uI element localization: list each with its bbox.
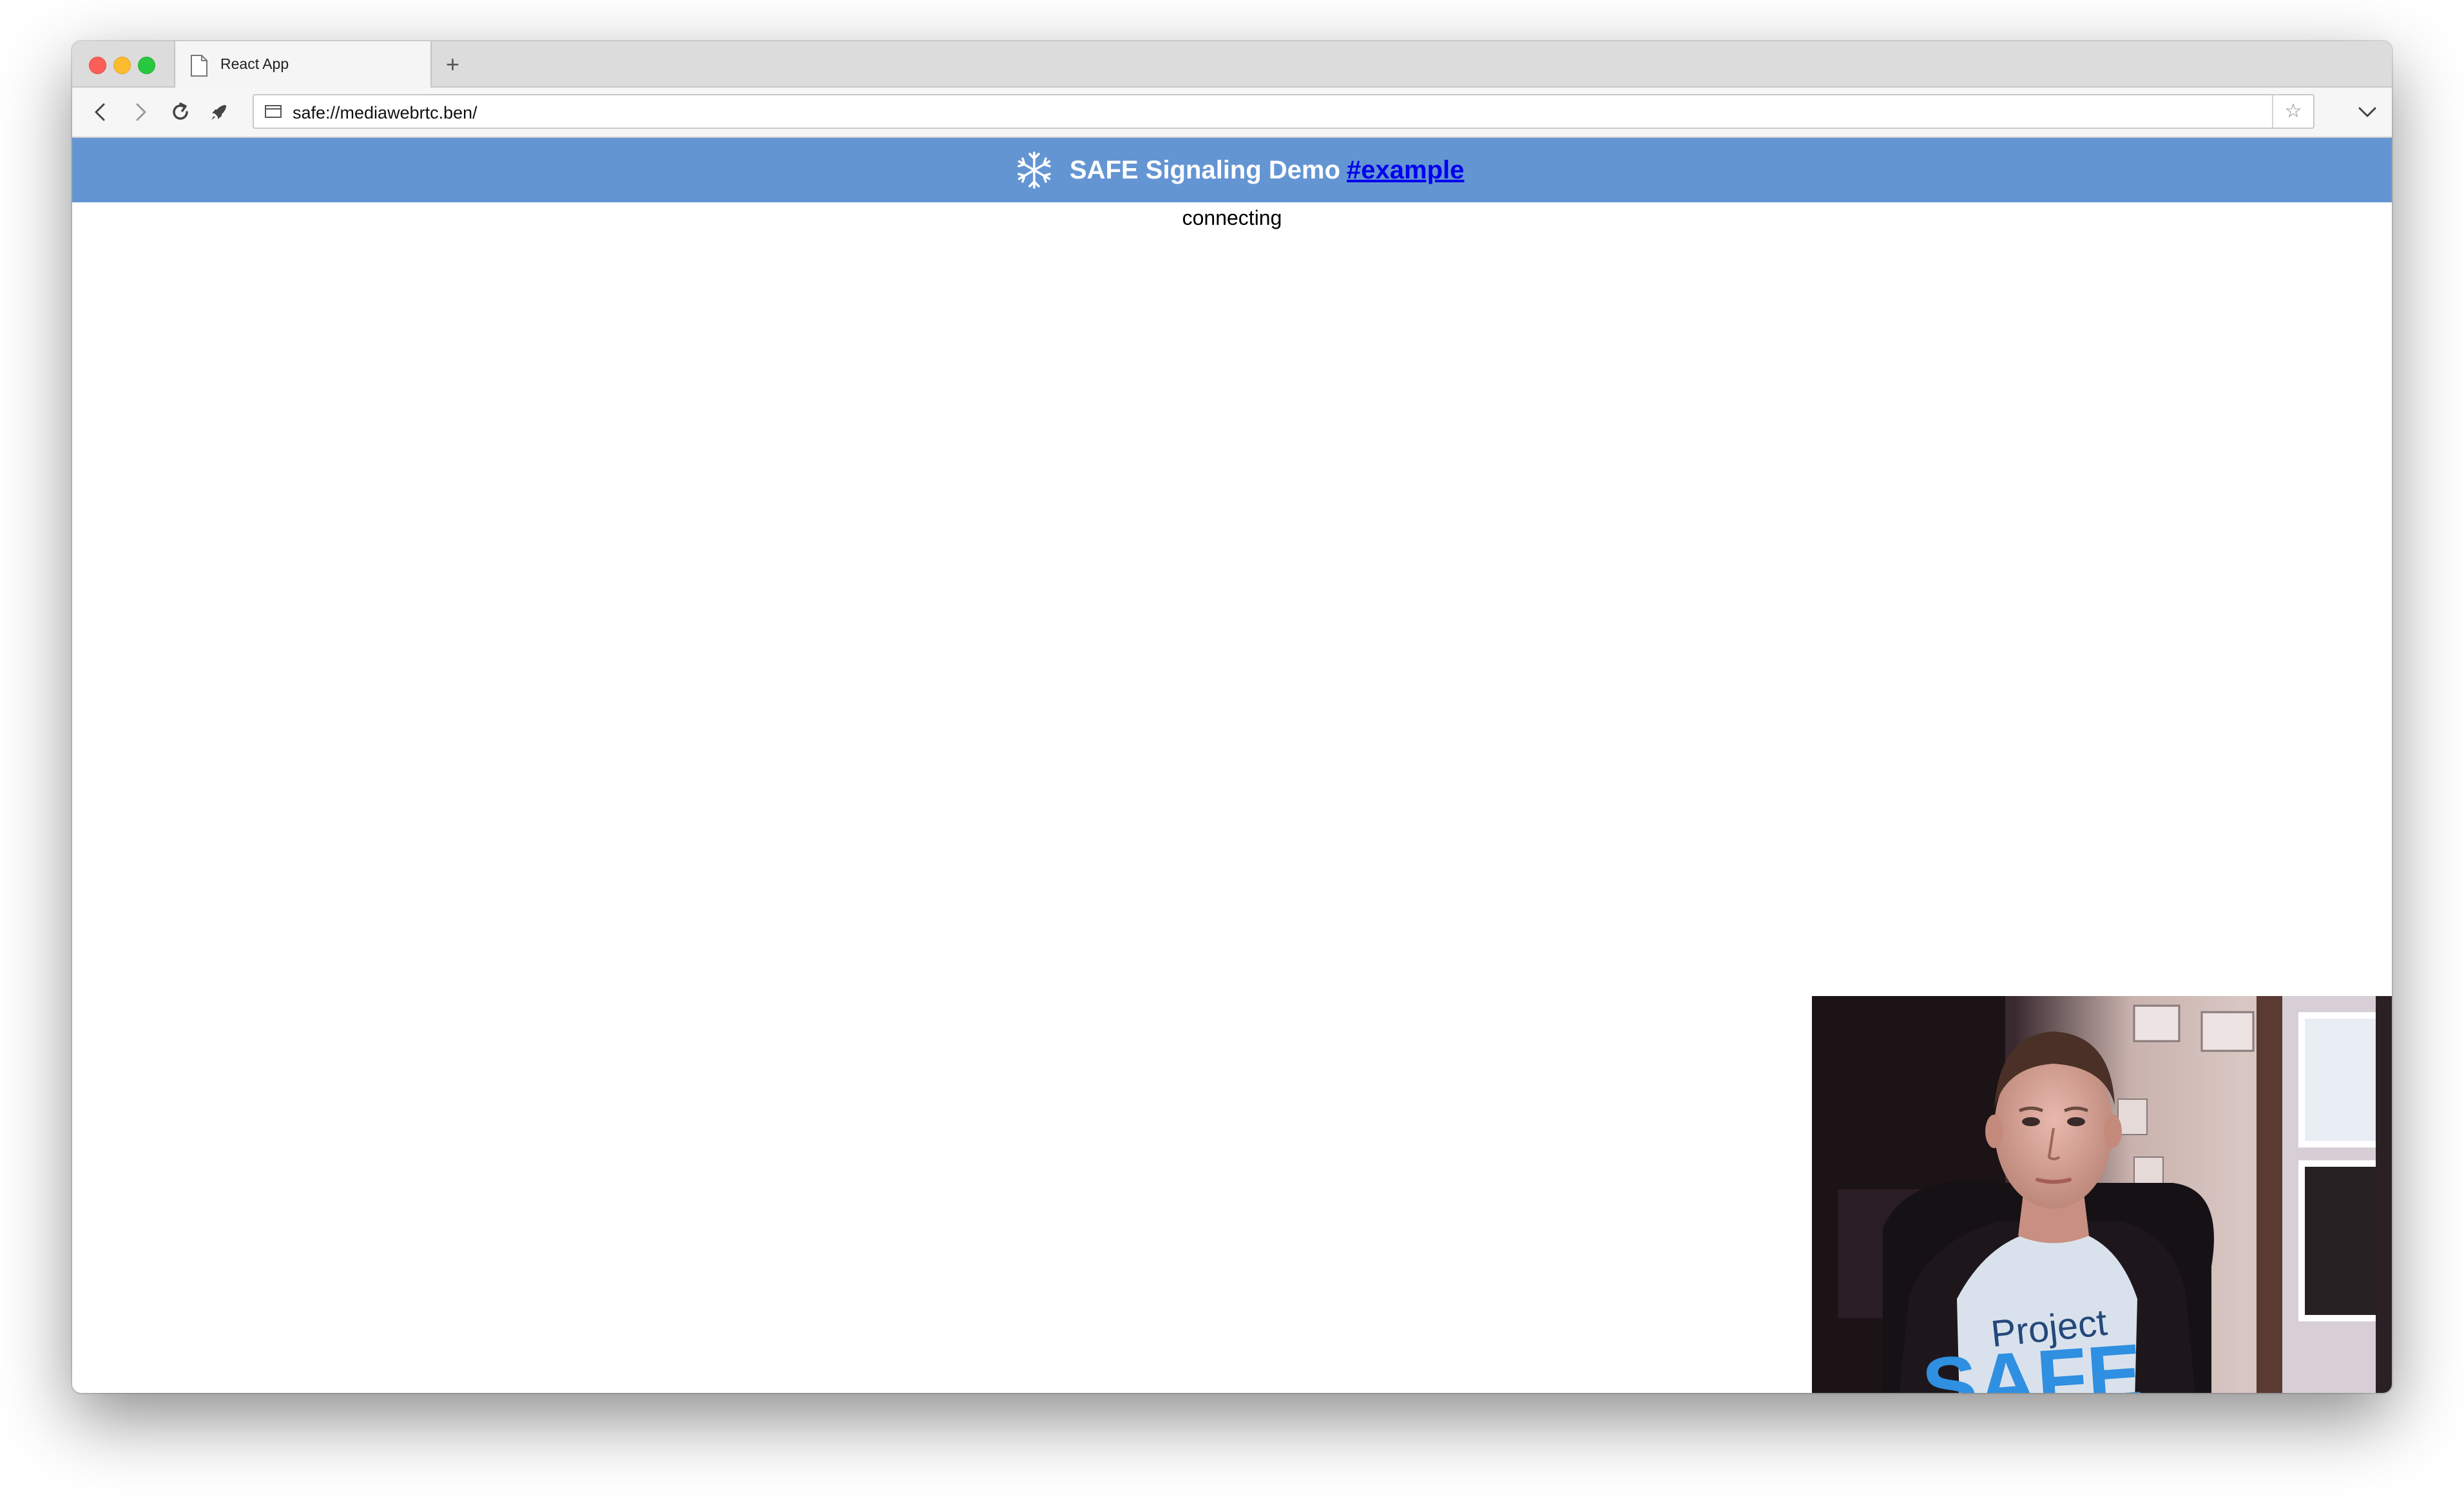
address-bar[interactable]: safe://mediawebrtc.ben/ ☆ <box>253 94 2315 129</box>
header-inner: SAFE Signaling Demo #example <box>1013 151 1464 189</box>
minimize-window-button[interactable] <box>113 57 131 74</box>
reload-icon[interactable] <box>165 97 196 128</box>
address-text[interactable]: safe://mediawebrtc.ben/ <box>293 103 477 123</box>
webcam-image: Project SAFE <box>1812 996 2392 1393</box>
new-tab-button[interactable]: + <box>446 49 459 80</box>
browser-toolbar: safe://mediawebrtc.ben/ ☆ <box>72 88 2392 138</box>
tab-bar: React App + <box>72 41 2392 88</box>
tab-title: React App <box>220 55 289 72</box>
page-icon <box>265 105 282 118</box>
tab-react-app[interactable]: React App <box>174 41 432 88</box>
local-video-preview: Project SAFE <box>1812 996 2392 1393</box>
close-window-button[interactable] <box>89 57 106 74</box>
app-title: SAFE Signaling Demo <box>1070 155 1341 184</box>
page-icon <box>191 55 207 77</box>
rocket-icon[interactable] <box>204 97 235 128</box>
desktop: React App + safe://mediawebrtc.ben/ ☆ SA… <box>0 0 2464 1496</box>
chevron-down-icon[interactable] <box>2353 98 2382 126</box>
app-header: SAFE Signaling Demo #example <box>72 138 2392 202</box>
room-link[interactable]: #example <box>1347 156 1464 185</box>
back-icon[interactable] <box>85 97 116 128</box>
zoom-window-button[interactable] <box>138 57 155 74</box>
connection-status: connecting <box>1182 206 1282 229</box>
browser-window: React App + safe://mediawebrtc.ben/ ☆ SA… <box>72 41 2392 1393</box>
safe-logo-icon <box>1017 151 1051 189</box>
page-content: SAFE Signaling Demo #example connecting <box>72 138 2392 1393</box>
forward-icon[interactable] <box>125 97 156 128</box>
star-icon[interactable]: ☆ <box>2272 95 2313 128</box>
